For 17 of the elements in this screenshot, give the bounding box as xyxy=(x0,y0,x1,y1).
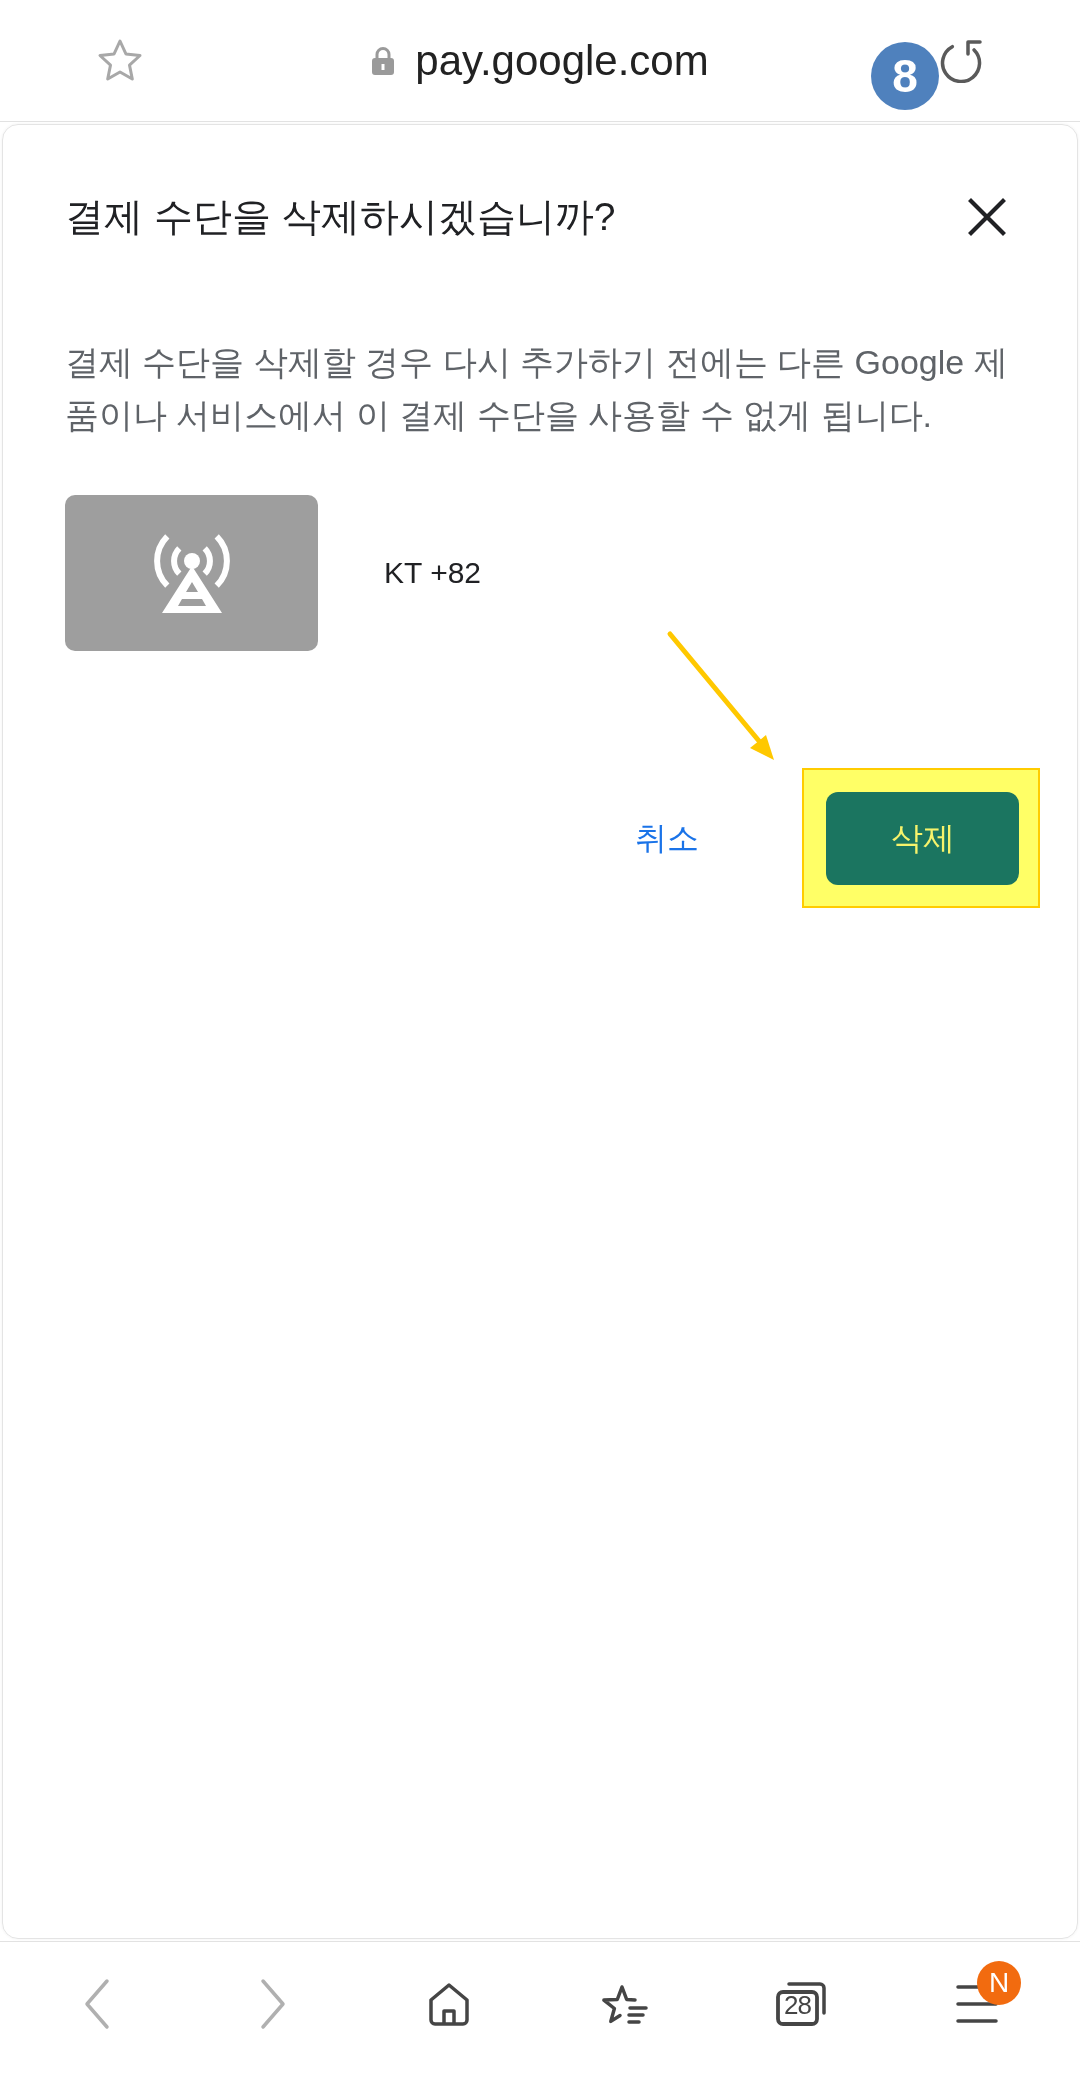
chevron-left-icon xyxy=(83,1978,111,2030)
reload-icon xyxy=(940,38,984,83)
dialog-message: 결제 수단을 삭제할 경우 다시 추가하기 전에는 다른 Google 제품이나 서비스에서 이 결제 수단을 사용할 수 없게 됩니다. xyxy=(65,342,1009,436)
close-icon xyxy=(967,197,1007,237)
step-number-badge: 8 xyxy=(871,42,939,110)
tab-count: 28 xyxy=(784,1992,811,2018)
dialog-title: 결제 수단을 삭제하시겠습니까? xyxy=(65,194,616,240)
cancel-button[interactable]: 취소 xyxy=(611,792,723,885)
tabs-icon xyxy=(775,1981,827,2027)
chevron-right-icon xyxy=(259,1978,287,2030)
tabs-button[interactable]: 28 xyxy=(775,1978,827,2030)
url-text[interactable]: pay.google.com xyxy=(415,36,709,85)
payment-method-name: KT +82 xyxy=(384,556,482,590)
delete-button[interactable]: 삭제 xyxy=(826,792,1019,885)
notification-badge: N xyxy=(977,1961,1021,2005)
close-button[interactable] xyxy=(967,197,1007,237)
reload-button[interactable] xyxy=(940,38,984,83)
